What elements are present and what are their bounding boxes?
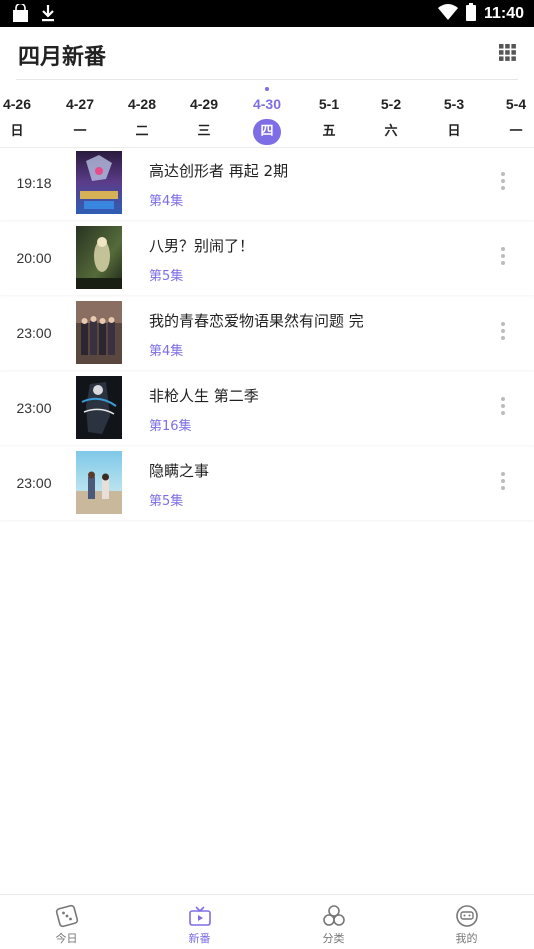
list-item[interactable]: 23:00 非枪人生 第二季 第16集	[0, 373, 534, 445]
episode-label: 第4集	[149, 344, 184, 359]
day-tab[interactable]: 4-27 一	[55, 80, 105, 148]
day-weekday: 四	[253, 119, 281, 145]
shopping-bag-icon	[12, 2, 29, 26]
day-date: 5-3	[443, 96, 465, 112]
more-options-icon[interactable]	[496, 172, 510, 194]
status-bar: 11:40	[0, 0, 534, 27]
app-header: 四月新番	[0, 27, 534, 79]
day-tab[interactable]: 5-3 日	[429, 80, 479, 148]
day-tab[interactable]: 5-4 一	[491, 80, 534, 148]
tv-icon	[187, 903, 213, 929]
day-tab[interactable]: 4-28 二	[117, 80, 167, 148]
day-date: 5-1	[318, 96, 340, 112]
anime-title: 八男？别闹了！	[149, 237, 255, 255]
tab-label: 新番	[188, 932, 211, 945]
air-time: 23:00	[16, 475, 52, 491]
list-item[interactable]: 23:00 我的青春恋爱物语果然有问题 完 第4集	[0, 298, 534, 370]
day-weekday: 日	[447, 124, 461, 139]
day-date: 4-27	[65, 96, 95, 112]
status-time: 11:40	[483, 5, 524, 22]
battery-icon	[465, 3, 476, 25]
day-selector: 4-26 日 4-27 一 4-28 二 4-29 三 4-30 四 5-1 五…	[0, 80, 534, 148]
episode-label: 第4集	[149, 194, 184, 209]
circles-icon	[321, 903, 347, 929]
page-title: 四月新番	[18, 45, 107, 70]
episode-label: 第5集	[149, 269, 184, 284]
day-tab[interactable]: 4-26 日	[0, 80, 42, 148]
grid-menu-icon[interactable]	[499, 44, 516, 61]
day-tab-selected[interactable]: 4-30 四	[242, 80, 292, 148]
day-weekday: 三	[197, 124, 211, 139]
tab-today[interactable]: 今日	[0, 895, 133, 949]
day-weekday: 二	[135, 124, 149, 139]
anime-title: 高达创形者 再起 2期	[149, 162, 289, 180]
tab-new-anime[interactable]: 新番	[133, 895, 266, 949]
day-date: 4-29	[189, 96, 219, 112]
tab-label: 我的	[455, 932, 478, 945]
bottom-tab-bar: 今日 新番 分类 我的	[0, 894, 534, 949]
day-weekday: 一	[73, 124, 87, 139]
episode-label: 第5集	[149, 494, 184, 509]
air-time: 23:00	[16, 325, 52, 341]
day-weekday: 五	[322, 124, 336, 139]
anime-cover-image[interactable]	[76, 301, 122, 364]
day-tab[interactable]: 5-2 六	[366, 80, 416, 148]
more-options-icon[interactable]	[496, 472, 510, 494]
air-time: 23:00	[16, 400, 52, 416]
air-time: 20:00	[16, 250, 52, 266]
anime-schedule-list: 19:18 高达创形者 再起 2期 第4集 20:00 八男？别闹了！ 第5集 …	[0, 148, 534, 523]
more-options-icon[interactable]	[496, 397, 510, 419]
anime-cover-image[interactable]	[76, 226, 122, 289]
list-item[interactable]: 19:18 高达创形者 再起 2期 第4集	[0, 148, 534, 220]
tab-mine[interactable]: 我的	[400, 895, 533, 949]
day-tab[interactable]: 5-1 五	[304, 80, 354, 148]
more-options-icon[interactable]	[496, 322, 510, 344]
day-tab[interactable]: 4-29 三	[179, 80, 229, 148]
air-time: 19:18	[16, 175, 52, 191]
list-item[interactable]: 23:00 隐瞒之事 第5集	[0, 448, 534, 520]
day-date: 5-2	[380, 96, 402, 112]
episode-label: 第16集	[149, 419, 192, 434]
anime-title: 隐瞒之事	[149, 462, 210, 480]
anime-title: 非枪人生 第二季	[149, 387, 259, 405]
download-icon	[41, 4, 55, 26]
anime-cover-image[interactable]	[76, 376, 122, 439]
day-date: 4-28	[127, 96, 157, 112]
day-date: 4-26	[2, 96, 32, 112]
tab-label: 分类	[322, 932, 345, 945]
anime-cover-image[interactable]	[76, 151, 122, 214]
anime-cover-image[interactable]	[76, 451, 122, 514]
list-item[interactable]: 20:00 八男？别闹了！ 第5集	[0, 223, 534, 295]
wifi-icon	[437, 4, 458, 24]
dice-icon	[54, 903, 80, 929]
robot-face-icon	[454, 903, 480, 929]
day-weekday: 一	[509, 124, 523, 139]
day-weekday: 日	[10, 124, 24, 139]
day-date: 5-4	[505, 96, 527, 112]
anime-title: 我的青春恋爱物语果然有问题 完	[149, 312, 364, 330]
day-date: 4-30	[252, 96, 282, 112]
today-dot-indicator	[265, 87, 269, 91]
day-weekday: 六	[384, 124, 398, 139]
more-options-icon[interactable]	[496, 247, 510, 269]
tab-label: 今日	[55, 932, 78, 945]
tab-category[interactable]: 分类	[267, 895, 400, 949]
